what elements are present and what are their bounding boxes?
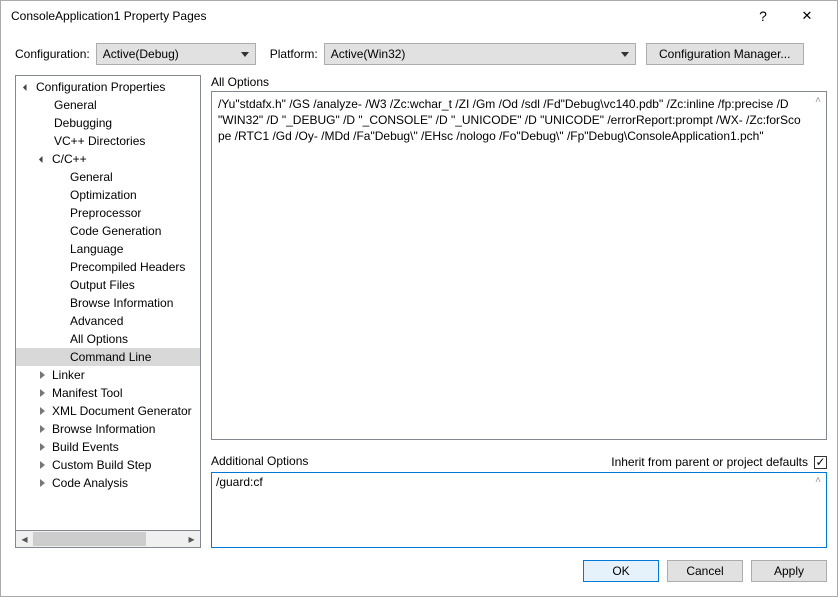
expander-open-icon xyxy=(20,81,32,93)
window-title: ConsoleApplication1 Property Pages xyxy=(11,9,741,23)
expander-closed-icon xyxy=(36,405,48,417)
tree-command-line[interactable]: Command Line xyxy=(16,348,200,366)
additional-options-input[interactable] xyxy=(216,475,806,489)
additional-options-label: Additional Options xyxy=(211,454,308,468)
tree-precompiled-headers[interactable]: Precompiled Headers xyxy=(16,258,200,276)
expander-closed-icon xyxy=(36,423,48,435)
scroll-right-icon[interactable]: ▸ xyxy=(183,531,200,547)
inherit-checkbox[interactable]: ✓ xyxy=(814,456,827,469)
tree-code-analysis[interactable]: Code Analysis xyxy=(16,474,200,492)
tree-ccpp-general[interactable]: General xyxy=(16,168,200,186)
main-area: Configuration Properties General Debuggi… xyxy=(1,75,837,548)
tree-preprocessor[interactable]: Preprocessor xyxy=(16,204,200,222)
configuration-label: Configuration: xyxy=(15,47,90,61)
tree-configuration-properties[interactable]: Configuration Properties xyxy=(16,78,200,96)
configuration-value: Active(Debug) xyxy=(103,47,179,61)
scroll-up-icon[interactable]: ˄ xyxy=(812,94,824,108)
tree-linker[interactable]: Linker xyxy=(16,366,200,384)
close-button[interactable]: ✕ xyxy=(785,2,829,30)
check-icon: ✓ xyxy=(815,456,825,468)
tree-language[interactable]: Language xyxy=(16,240,200,258)
platform-combo[interactable]: Active(Win32) xyxy=(324,43,636,65)
scroll-up-icon[interactable]: ˄ xyxy=(812,475,824,486)
apply-button[interactable]: Apply xyxy=(751,560,827,582)
tree-general[interactable]: General xyxy=(16,96,200,114)
all-options-label: All Options xyxy=(211,75,827,89)
configuration-row: Configuration: Active(Debug) Platform: A… xyxy=(1,31,837,75)
ok-button[interactable]: OK xyxy=(583,560,659,582)
scroll-left-icon[interactable]: ◂ xyxy=(16,531,33,547)
tree-output-files[interactable]: Output Files xyxy=(16,276,200,294)
right-panel: All Options ˄ /Yu"stdafx.h" /GS /analyze… xyxy=(211,75,827,548)
tree-browse-information[interactable]: Browse Information xyxy=(16,294,200,312)
tree-custom-build-step[interactable]: Custom Build Step xyxy=(16,456,200,474)
scroll-thumb[interactable] xyxy=(33,532,146,546)
additional-options-textbox[interactable]: ˄ xyxy=(211,472,827,548)
tree-manifest-tool[interactable]: Manifest Tool xyxy=(16,384,200,402)
all-options-text: /Yu"stdafx.h" /GS /analyze- /W3 /Zc:wcha… xyxy=(218,96,820,145)
platform-value: Active(Win32) xyxy=(331,47,406,61)
tree-all-options[interactable]: All Options xyxy=(16,330,200,348)
tree-browse-information-2[interactable]: Browse Information xyxy=(16,420,200,438)
expander-closed-icon xyxy=(36,477,48,489)
all-options-textbox[interactable]: ˄ /Yu"stdafx.h" /GS /analyze- /W3 /Zc:wc… xyxy=(211,91,827,440)
configuration-combo[interactable]: Active(Debug) xyxy=(96,43,256,65)
expander-open-icon xyxy=(36,153,48,165)
tree-build-events[interactable]: Build Events xyxy=(16,438,200,456)
tree-advanced[interactable]: Advanced xyxy=(16,312,200,330)
tree-optimization[interactable]: Optimization xyxy=(16,186,200,204)
tree-horizontal-scrollbar[interactable]: ◂ ▸ xyxy=(15,531,201,548)
additional-options-header: Additional Options Inherit from parent o… xyxy=(211,454,827,470)
platform-label: Platform: xyxy=(270,47,318,61)
tree-code-generation[interactable]: Code Generation xyxy=(16,222,200,240)
property-pages-window: ConsoleApplication1 Property Pages ? ✕ C… xyxy=(0,0,838,597)
tree-panel: Configuration Properties General Debuggi… xyxy=(15,75,201,548)
scroll-track[interactable] xyxy=(33,531,183,547)
cancel-button[interactable]: Cancel xyxy=(667,560,743,582)
inherit-label: Inherit from parent or project defaults xyxy=(611,455,808,469)
expander-closed-icon xyxy=(36,369,48,381)
tree-debugging[interactable]: Debugging xyxy=(16,114,200,132)
tree-ccpp[interactable]: C/C++ xyxy=(16,150,200,168)
property-tree[interactable]: Configuration Properties General Debuggi… xyxy=(15,75,201,531)
expander-closed-icon xyxy=(36,387,48,399)
configuration-manager-button[interactable]: Configuration Manager... xyxy=(646,43,804,65)
tree-xml-doc-generator[interactable]: XML Document Generator xyxy=(16,402,200,420)
help-button[interactable]: ? xyxy=(741,2,785,30)
expander-closed-icon xyxy=(36,441,48,453)
titlebar: ConsoleApplication1 Property Pages ? ✕ xyxy=(1,1,837,31)
dialog-footer: OK Cancel Apply xyxy=(1,548,837,596)
tree-vc-directories[interactable]: VC++ Directories xyxy=(16,132,200,150)
expander-closed-icon xyxy=(36,459,48,471)
